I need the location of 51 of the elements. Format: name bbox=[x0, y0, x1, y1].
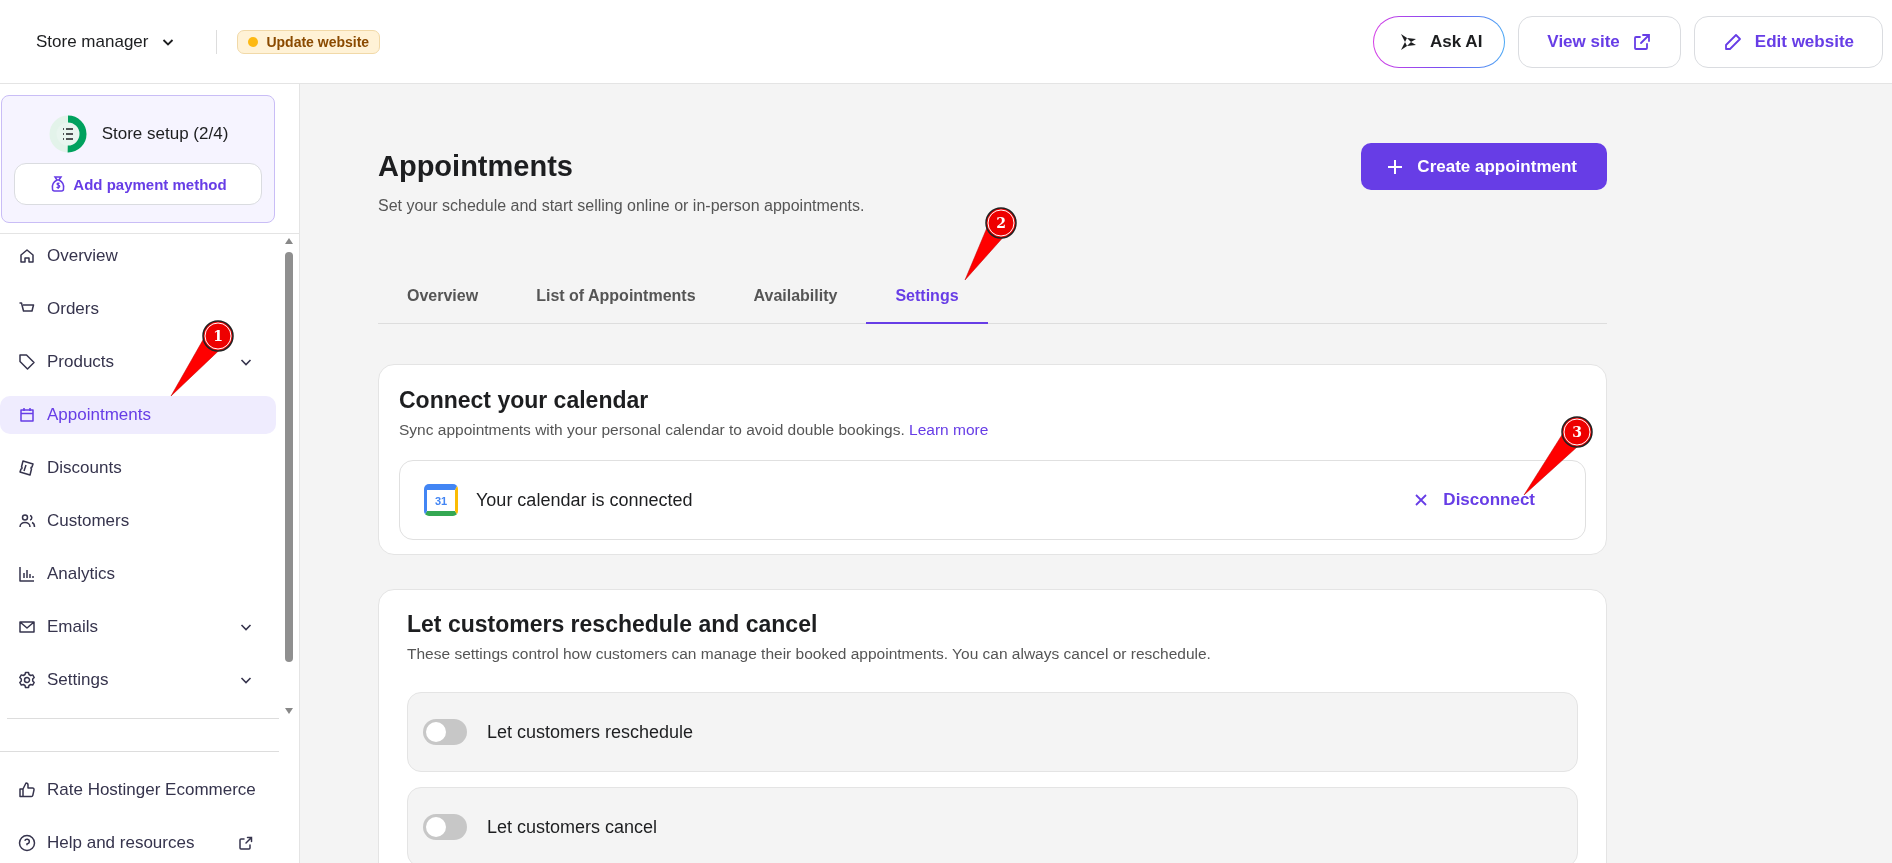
setup-progress-ring bbox=[47, 114, 88, 154]
mail-icon bbox=[18, 618, 36, 636]
edit-website-button[interactable]: Edit website bbox=[1693, 15, 1883, 68]
home-icon bbox=[18, 247, 36, 265]
help-icon bbox=[18, 833, 36, 852]
calendar-app-icon: 31 bbox=[424, 484, 458, 516]
tab[interactable]: Overview bbox=[378, 269, 508, 324]
update-website-badge[interactable]: Update website bbox=[237, 29, 381, 54]
toggle-label: Let customers reschedule bbox=[487, 721, 694, 743]
card-description: These settings control how customers can manage their booked appointments. You can always cancel or reschedule. bbox=[407, 645, 1212, 663]
store-setup-label: Store setup (2/4) bbox=[101, 124, 229, 144]
store-manager-dropdown[interactable]: Store manager bbox=[36, 27, 177, 56]
external-link-icon bbox=[238, 834, 254, 851]
close-icon bbox=[1413, 492, 1430, 508]
scroll-up-arrow-icon[interactable] bbox=[285, 238, 293, 244]
sidebar-footer-item[interactable]: Rate Hostinger Ecommerce bbox=[0, 766, 276, 813]
ticket-icon bbox=[18, 459, 36, 477]
connection-status: Your calendar is connected bbox=[476, 489, 694, 511]
tab[interactable]: Availability bbox=[724, 269, 867, 324]
thumbs-up-icon bbox=[18, 780, 36, 799]
toggle-switch[interactable] bbox=[423, 719, 467, 745]
scroll-down-arrow-icon[interactable] bbox=[285, 708, 293, 714]
sidebar-item[interactable]: Overview bbox=[0, 237, 276, 275]
sidebar-item[interactable]: Settings bbox=[0, 661, 276, 699]
sidebar-item[interactable]: Customers bbox=[0, 502, 276, 540]
add-payment-method-button[interactable]: Add payment method bbox=[14, 163, 262, 205]
sidebar-footer-item[interactable]: Help and resources bbox=[0, 819, 276, 863]
people-icon bbox=[18, 512, 36, 530]
card-title: Let customers reschedule and cancel bbox=[407, 611, 819, 638]
calendar-icon bbox=[18, 406, 36, 424]
toggle-switch[interactable] bbox=[423, 814, 467, 840]
page-title: Appointments bbox=[378, 150, 574, 183]
card-title: Connect your calendar bbox=[399, 387, 650, 414]
view-site-button[interactable]: View site bbox=[1518, 15, 1681, 68]
chart-icon bbox=[18, 565, 36, 583]
sidebar-item[interactable]: Appointments bbox=[0, 396, 276, 434]
external-link-icon bbox=[1631, 31, 1652, 52]
sidebar-item[interactable]: Analytics bbox=[0, 555, 276, 593]
tab[interactable]: List of Appointments bbox=[507, 269, 725, 324]
toggle-label: Let customers cancel bbox=[487, 816, 658, 838]
page-subtitle: Set your schedule and start selling online or in-person appointments. bbox=[378, 197, 865, 215]
ask-ai-button[interactable]: Ask AI bbox=[1373, 15, 1506, 68]
create-appointment-button[interactable]: Create appointment bbox=[1361, 143, 1607, 190]
tag-icon bbox=[18, 353, 36, 371]
sidebar-item[interactable]: Emails bbox=[0, 608, 276, 646]
pencil-icon bbox=[1722, 31, 1743, 52]
badge-label: Update website bbox=[266, 33, 370, 50]
scrollbar-thumb[interactable] bbox=[285, 252, 293, 662]
sidebar-item[interactable]: Discounts bbox=[0, 449, 276, 487]
learn-more-link[interactable]: Learn more bbox=[909, 421, 989, 438]
gear-icon bbox=[18, 671, 36, 689]
